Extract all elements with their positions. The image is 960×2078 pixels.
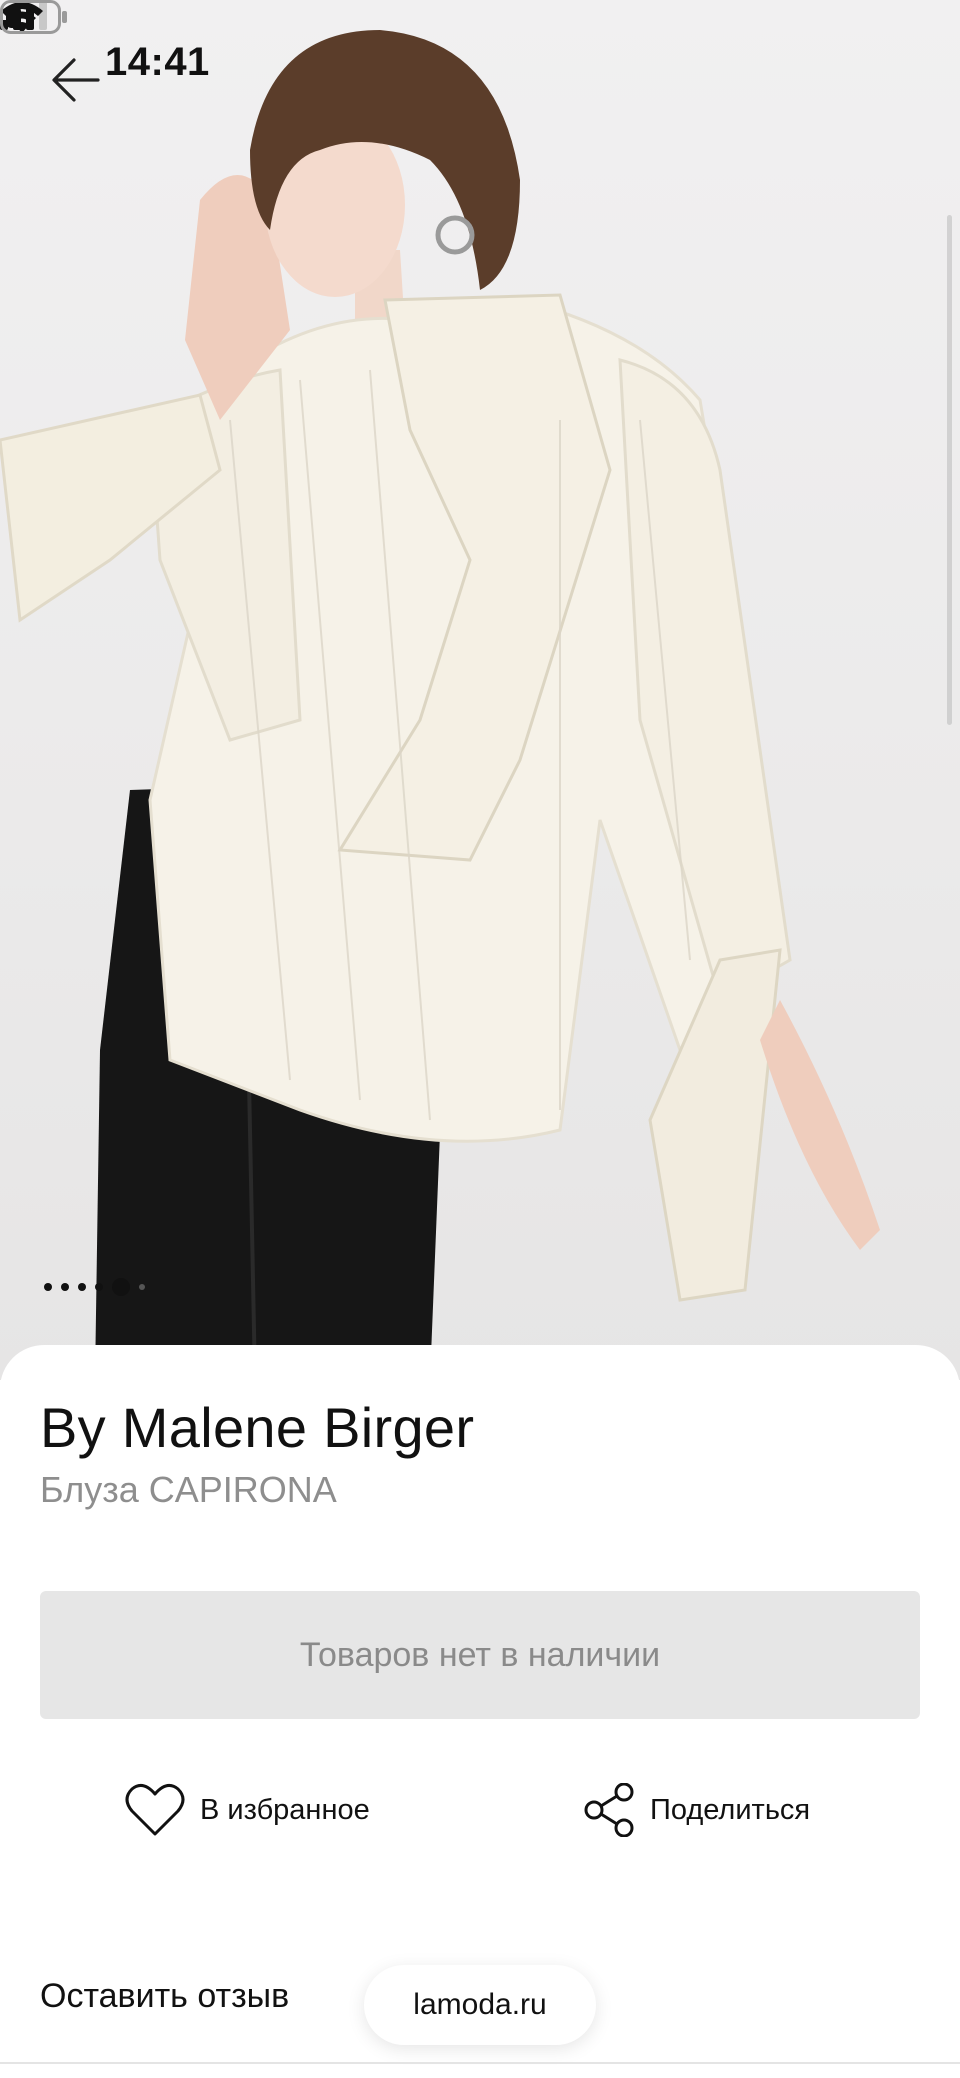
out-of-stock-button[interactable]: Товаров нет в наличии: [40, 1591, 920, 1719]
image-pager[interactable]: [44, 1277, 145, 1297]
pager-dot[interactable]: [61, 1283, 69, 1291]
scrollbar[interactable]: [947, 215, 952, 725]
heart-icon: [125, 1783, 185, 1836]
status-time: 14:41: [105, 40, 210, 84]
add-to-favorites-button[interactable]: В избранное: [124, 1777, 370, 1843]
pager-dot[interactable]: [78, 1283, 86, 1291]
product-sheet: By Malene Birger Блуза CAPIRONA Товаров …: [0, 1345, 960, 2078]
divider: [0, 2062, 960, 2064]
pager-dot-overflow: [139, 1284, 145, 1290]
site-domain-badge: lamoda.ru: [364, 1965, 596, 2045]
product-photo-illustration: [0, 30, 880, 1380]
share-icon: [584, 1783, 634, 1837]
battery-icon: [0, 0, 67, 34]
leave-review-link[interactable]: Оставить отзыв: [40, 1977, 289, 2016]
pager-dot[interactable]: [112, 1278, 130, 1296]
pager-dot[interactable]: [44, 1283, 52, 1291]
pager-dot[interactable]: [95, 1283, 103, 1291]
product-name: Блуза CAPIRONA: [40, 1469, 337, 1510]
share-label: Поделиться: [650, 1793, 811, 1826]
share-button[interactable]: Поделиться: [584, 1777, 810, 1843]
brand-name[interactable]: By Malene Birger: [40, 1395, 474, 1460]
product-image[interactable]: 14:41: [0, 0, 960, 1380]
favorites-label: В избранное: [200, 1793, 370, 1826]
status-bar: 14:41: [0, 0, 960, 130]
back-arrow-icon[interactable]: [48, 52, 108, 108]
